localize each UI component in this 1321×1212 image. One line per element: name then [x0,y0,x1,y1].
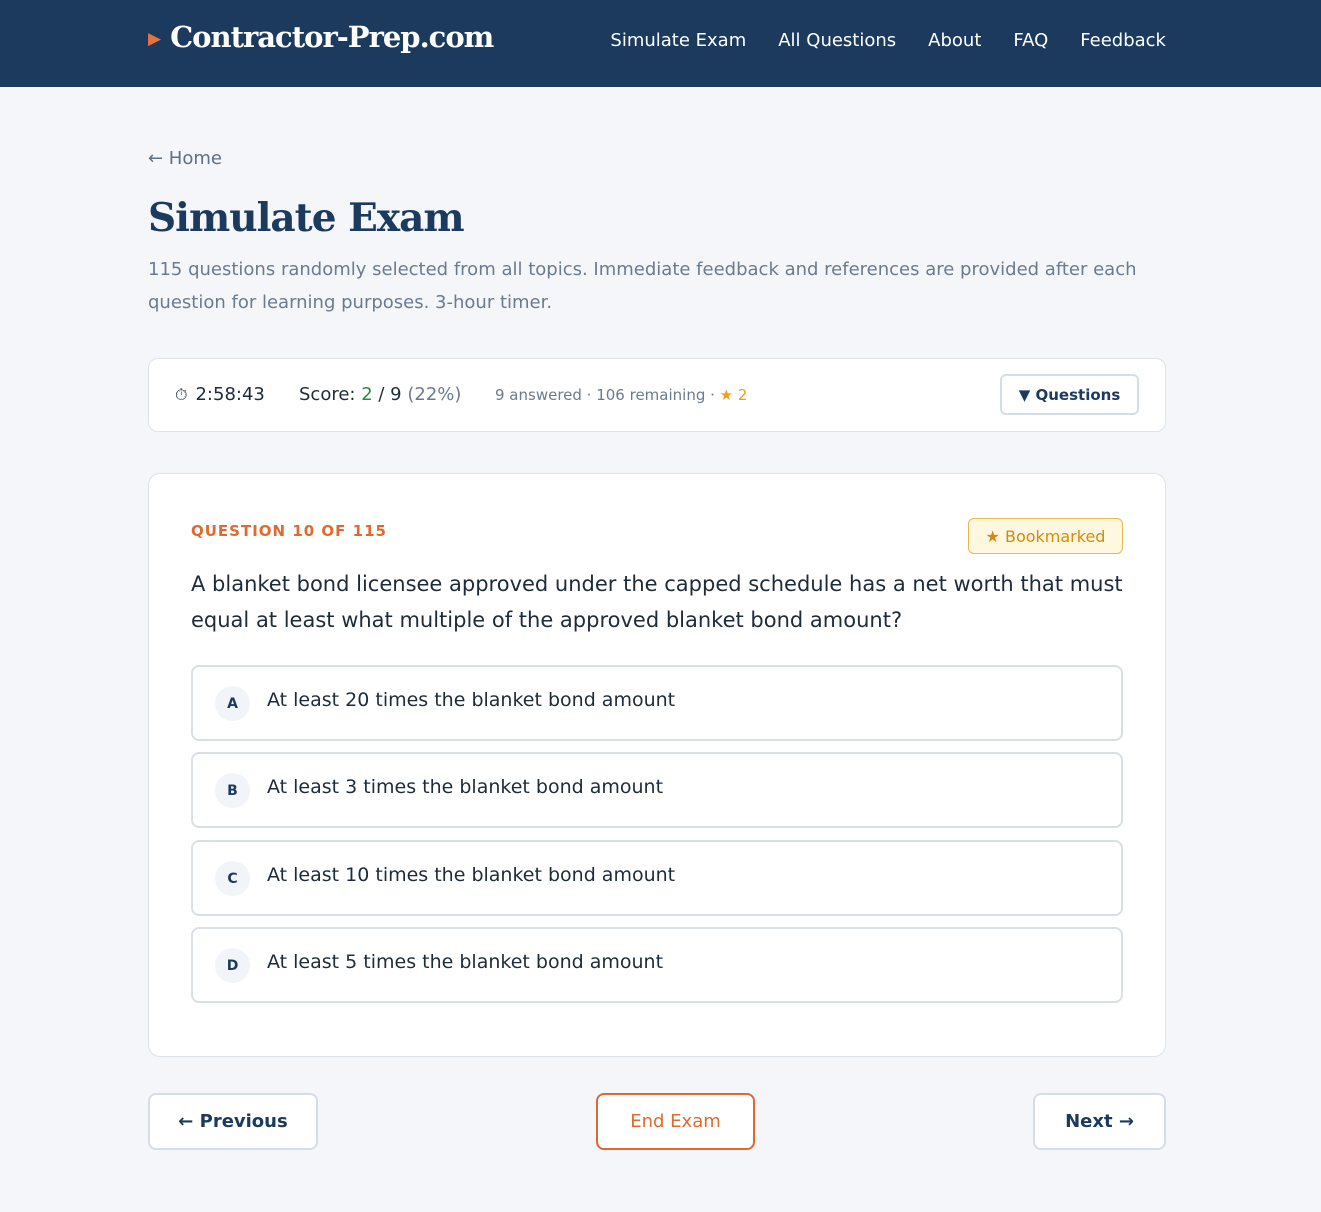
option-letter: B [215,773,250,808]
exam-timer: ⏱ 2:58:43 [175,384,265,405]
play-arrow-icon: ▶ [148,28,162,49]
score-percent: (22%) [401,384,462,405]
nav-feedback[interactable]: Feedback [1080,30,1166,51]
timer-value: 2:58:43 [195,384,265,405]
option-letter: A [215,686,250,721]
brand-name: Contractor-Prep.com [170,20,494,54]
option-text: At least 10 times the blanket bond amoun… [267,864,676,886]
next-button[interactable]: Next → [1033,1093,1166,1150]
bookmarked-badge[interactable]: ★ Bookmarked [968,518,1123,554]
main-nav: Simulate Exam All Questions About FAQ Fe… [578,30,1166,51]
option-letter: C [215,861,250,896]
question-counter: QUESTION 10 OF 115 [191,522,387,540]
option-text: At least 3 times the blanket bond amount [267,776,664,798]
brand-logo-link[interactable]: ▶ Contractor-Prep.com [148,20,494,54]
previous-button[interactable]: ← Previous [148,1093,318,1150]
score-correct: 2 [361,384,373,405]
question-text: A blanket bond licensee approved under t… [191,572,1123,632]
score-separator: / [372,384,391,405]
score-total: 9 [390,384,402,405]
nav-about[interactable]: About [928,30,981,51]
answer-option-d[interactable]: D At least 5 times the blanket bond amou… [191,927,1123,1003]
home-breadcrumb-link[interactable]: ← Home [148,148,222,169]
stopwatch-icon: ⏱ [175,384,188,404]
page-description: 115 questions randomly selected from all… [148,259,1137,313]
option-text: At least 5 times the blanket bond amount [267,951,664,973]
progress-summary: 9 answered · 106 remaining · ★ 2 [495,386,747,404]
end-exam-button[interactable]: End Exam [596,1093,755,1150]
nav-all-questions[interactable]: All Questions [778,30,896,51]
nav-faq[interactable]: FAQ [1013,30,1048,51]
progress-text: 9 answered · 106 remaining · [495,386,720,404]
nav-simulate-exam[interactable]: Simulate Exam [610,30,746,51]
option-letter: D [215,948,250,983]
page-title: Simulate Exam [148,195,465,241]
score-label: Score: [299,384,362,405]
answer-option-a[interactable]: A At least 20 times the blanket bond amo… [191,665,1123,741]
bookmark-count: ★ 2 [719,386,748,404]
score-display: Score: 2 / 9 (22%) [299,384,461,405]
answer-option-b[interactable]: B At least 3 times the blanket bond amou… [191,752,1123,828]
questions-toggle-button[interactable]: ▼ Questions [1000,374,1139,415]
answer-option-c[interactable]: C At least 10 times the blanket bond amo… [191,840,1123,916]
exam-status-bar: ⏱ 2:58:43 Score: 2 / 9 (22%) 9 answered … [148,358,1166,432]
question-card: QUESTION 10 OF 115 ★ Bookmarked A blanke… [148,473,1166,1057]
top-navbar: ▶ Contractor-Prep.com Simulate Exam All … [0,0,1321,87]
option-text: At least 20 times the blanket bond amoun… [267,689,676,711]
